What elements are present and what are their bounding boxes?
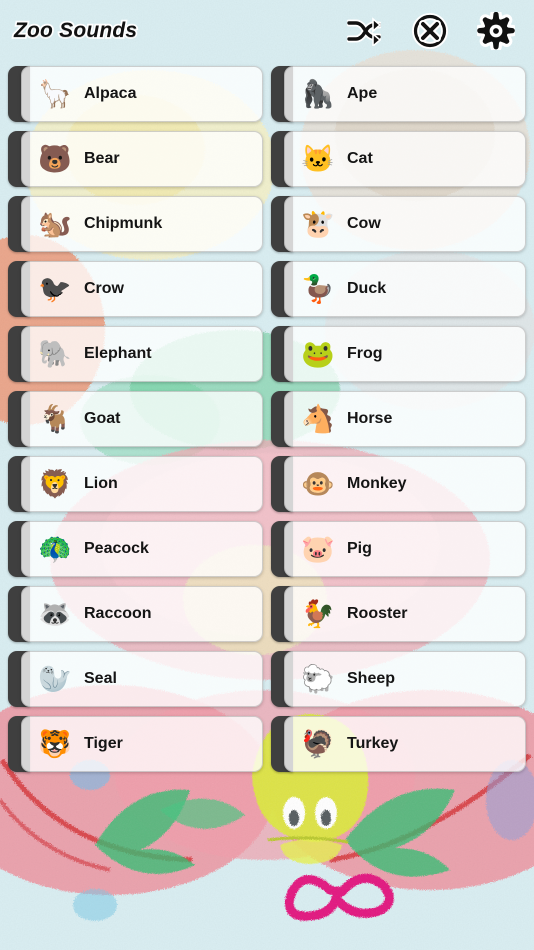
sound-card[interactable]: 🦁 Lion: [21, 456, 263, 512]
sound-item-frog[interactable]: 🐸 Frog: [271, 326, 526, 382]
sound-card[interactable]: 🐵 Monkey: [284, 456, 526, 512]
sound-card[interactable]: 🐱 Cat: [284, 131, 526, 187]
animal-icon: 🦚: [38, 533, 72, 564]
sound-card[interactable]: 🦙 Alpaca: [21, 66, 263, 122]
header-actions: [344, 11, 516, 51]
sound-item-raccoon[interactable]: 🦝 Raccoon: [8, 586, 263, 642]
animal-icon: 🐴: [301, 403, 335, 434]
sound-item-elephant[interactable]: 🐘 Elephant: [8, 326, 263, 382]
sound-item-label: Crow: [84, 280, 124, 297]
sound-item-horse[interactable]: 🐴 Horse: [271, 391, 526, 447]
app-header: Zoo Sounds: [0, 0, 534, 62]
sound-item-label: Peacock: [84, 540, 149, 557]
sound-card[interactable]: 🐻 Bear: [21, 131, 263, 187]
sound-item-peacock[interactable]: 🦚 Peacock: [8, 521, 263, 577]
animal-icon: 🐐: [38, 403, 72, 434]
sound-item-label: Raccoon: [84, 605, 152, 622]
animal-icon: 🦆: [301, 273, 335, 304]
sound-item-label: Monkey: [347, 475, 407, 492]
sound-item-chipmunk[interactable]: 🐿️ Chipmunk: [8, 196, 263, 252]
sound-item-label: Lion: [84, 475, 118, 492]
sound-item-crow[interactable]: 🐦‍⬛ Crow: [8, 261, 263, 317]
sound-card[interactable]: 🐦‍⬛ Crow: [21, 261, 263, 317]
gear-icon[interactable]: [476, 11, 516, 51]
sound-item-monkey[interactable]: 🐵 Monkey: [271, 456, 526, 512]
sound-item-label: Cat: [347, 150, 373, 167]
sound-item-ape[interactable]: 🦍 Ape: [271, 66, 526, 122]
sound-item-seal[interactable]: 🦭 Seal: [8, 651, 263, 707]
animal-icon: 🐷: [301, 533, 335, 564]
sound-item-goat[interactable]: 🐐 Goat: [8, 391, 263, 447]
sound-item-label: Tiger: [84, 735, 123, 752]
animal-icon: 🐓: [301, 598, 335, 629]
sound-item-label: Elephant: [84, 345, 152, 362]
sound-card[interactable]: 🐷 Pig: [284, 521, 526, 577]
sound-card[interactable]: 🐓 Rooster: [284, 586, 526, 642]
sound-item-label: Chipmunk: [84, 215, 163, 232]
animal-icon: 🐑: [301, 663, 335, 694]
animal-icon: 🦍: [301, 78, 335, 109]
sound-item-rooster[interactable]: 🐓 Rooster: [271, 586, 526, 642]
sound-item-label: Bear: [84, 150, 120, 167]
animal-icon: 🐯: [38, 728, 72, 759]
animal-icon: 🦭: [38, 663, 72, 694]
sound-card[interactable]: 🦆 Duck: [284, 261, 526, 317]
stop-icon[interactable]: [410, 11, 450, 51]
animal-icon: 🐵: [301, 468, 335, 499]
animal-icon: 🐸: [301, 338, 335, 369]
sound-item-label: Sheep: [347, 670, 396, 687]
sound-item-alpaca[interactable]: 🦙 Alpaca: [8, 66, 263, 122]
sound-item-label: Seal: [84, 670, 117, 687]
sound-item-label: Alpaca: [84, 85, 137, 102]
sound-item-label: Frog: [347, 345, 383, 362]
sound-card[interactable]: 🐘 Elephant: [21, 326, 263, 382]
sound-item-cat[interactable]: 🐱 Cat: [271, 131, 526, 187]
sound-item-turkey[interactable]: 🦃 Turkey: [271, 716, 526, 772]
sound-list: 🦙 Alpaca 🦍 Ape 🐻 Bear 🐱 Cat 🐿️ Chipmunk 🐮 Cow 🐦‍⬛ Cro…: [0, 62, 534, 772]
sound-item-label: Ape: [347, 85, 378, 102]
sound-card[interactable]: 🐑 Sheep: [284, 651, 526, 707]
sound-item-label: Duck: [347, 280, 387, 297]
animal-icon: 🐦‍⬛: [38, 273, 72, 304]
animal-icon: 🦝: [38, 598, 72, 629]
sound-item-label: Horse: [347, 410, 393, 427]
sound-card[interactable]: 🦃 Turkey: [284, 716, 526, 772]
animal-icon: 🐱: [301, 143, 335, 174]
animal-icon: 🐻: [38, 143, 72, 174]
sound-card[interactable]: 🦝 Raccoon: [21, 586, 263, 642]
sound-card[interactable]: 🦍 Ape: [284, 66, 526, 122]
animal-icon: 🦃: [301, 728, 335, 759]
page-title: Zoo Sounds: [12, 17, 139, 43]
sound-item-cow[interactable]: 🐮 Cow: [271, 196, 526, 252]
sound-card[interactable]: 🐴 Horse: [284, 391, 526, 447]
sound-card[interactable]: 🦚 Peacock: [21, 521, 263, 577]
sound-item-pig[interactable]: 🐷 Pig: [271, 521, 526, 577]
animal-icon: 🦁: [38, 468, 72, 499]
sound-item-sheep[interactable]: 🐑 Sheep: [271, 651, 526, 707]
sound-item-bear[interactable]: 🐻 Bear: [8, 131, 263, 187]
animal-icon: 🦙: [38, 78, 72, 109]
sound-item-label: Turkey: [347, 735, 399, 752]
sound-item-label: Goat: [84, 410, 121, 427]
sound-item-duck[interactable]: 🦆 Duck: [271, 261, 526, 317]
sound-item-lion[interactable]: 🦁 Lion: [8, 456, 263, 512]
sound-item-label: Pig: [347, 540, 372, 557]
sound-card[interactable]: 🦭 Seal: [21, 651, 263, 707]
sound-item-label: Rooster: [347, 605, 408, 622]
sound-card[interactable]: 🐸 Frog: [284, 326, 526, 382]
sound-card[interactable]: 🐯 Tiger: [21, 716, 263, 772]
animal-icon: 🐮: [301, 208, 335, 239]
sound-card[interactable]: 🐐 Goat: [21, 391, 263, 447]
sound-card[interactable]: 🐮 Cow: [284, 196, 526, 252]
animal-icon: 🐿️: [38, 208, 72, 239]
animal-icon: 🐘: [38, 338, 72, 369]
sound-item-label: Cow: [347, 215, 381, 232]
sound-card[interactable]: 🐿️ Chipmunk: [21, 196, 263, 252]
sound-item-tiger[interactable]: 🐯 Tiger: [8, 716, 263, 772]
shuffle-icon[interactable]: [344, 11, 384, 51]
